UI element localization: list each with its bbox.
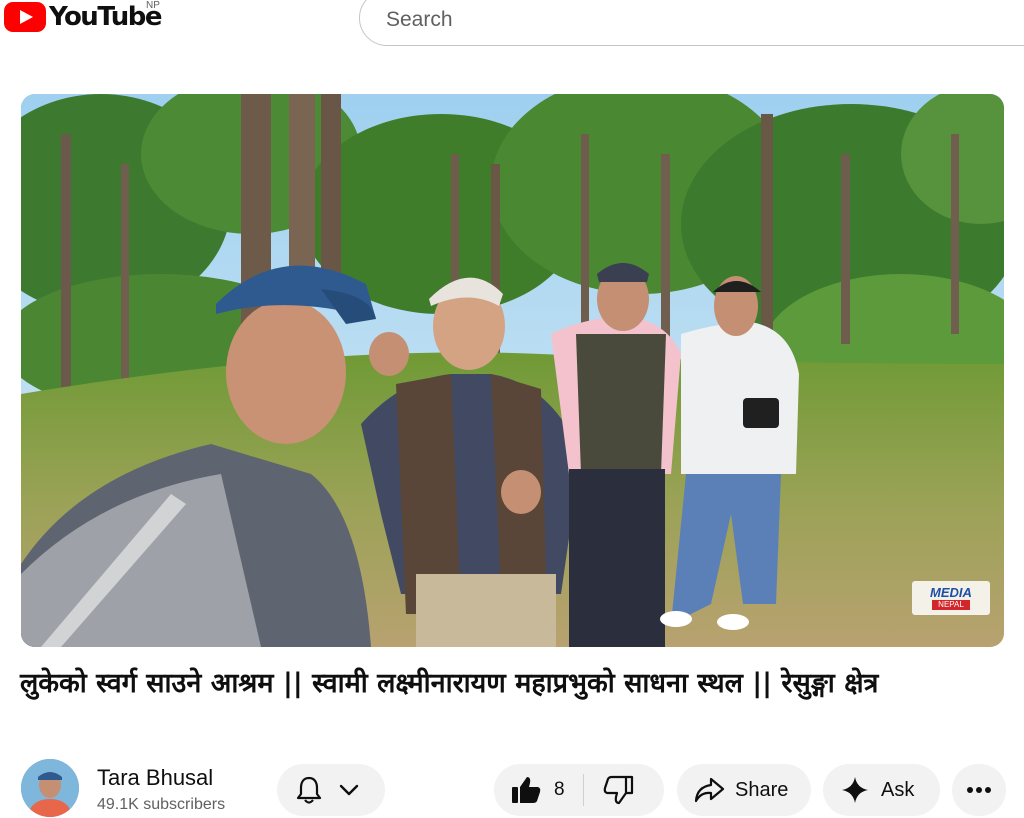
country-code: NP [146, 0, 160, 11]
channel-name[interactable]: Tara Bhusal [97, 765, 213, 791]
share-icon [694, 777, 725, 803]
avatar-image [21, 759, 79, 817]
share-label: Share [735, 778, 789, 801]
search-input[interactable] [384, 7, 988, 33]
logo-text: YouTube [49, 2, 162, 32]
thumbs-down-icon [603, 775, 633, 805]
search-box[interactable] [359, 0, 1024, 46]
share-button[interactable]: Share [677, 764, 811, 816]
like-count: 8 [554, 779, 565, 800]
dislike-button[interactable] [584, 764, 634, 816]
ask-button[interactable]: Ask [823, 764, 940, 816]
ask-label: Ask [881, 778, 915, 801]
youtube-logo[interactable]: YouTube [4, 2, 162, 32]
like-dislike-group: 8 [494, 764, 664, 816]
more-actions-button[interactable] [952, 764, 1006, 816]
video-frame [21, 94, 1004, 647]
youtube-logo-icon [4, 2, 46, 32]
subscriber-count: 49.1K subscribers [97, 796, 226, 813]
watermark-line1: MEDIA [930, 585, 972, 600]
video-player[interactable]: MEDIA NEPAL [21, 94, 1004, 647]
channel-watermark: MEDIA NEPAL [912, 581, 990, 615]
thumbs-up-icon [512, 777, 541, 803]
video-title: लुकेको स्वर्ग साउने आश्रम || स्वामी लक्ष… [20, 668, 879, 699]
notification-bell-button[interactable] [277, 764, 385, 816]
sparkle-icon [842, 777, 868, 803]
more-icon [967, 787, 991, 793]
chevron-down-icon [339, 784, 359, 796]
like-button[interactable]: 8 [494, 764, 565, 816]
watermark-line2: NEPAL [932, 600, 970, 610]
channel-avatar[interactable] [21, 759, 79, 817]
bell-icon [296, 776, 322, 804]
